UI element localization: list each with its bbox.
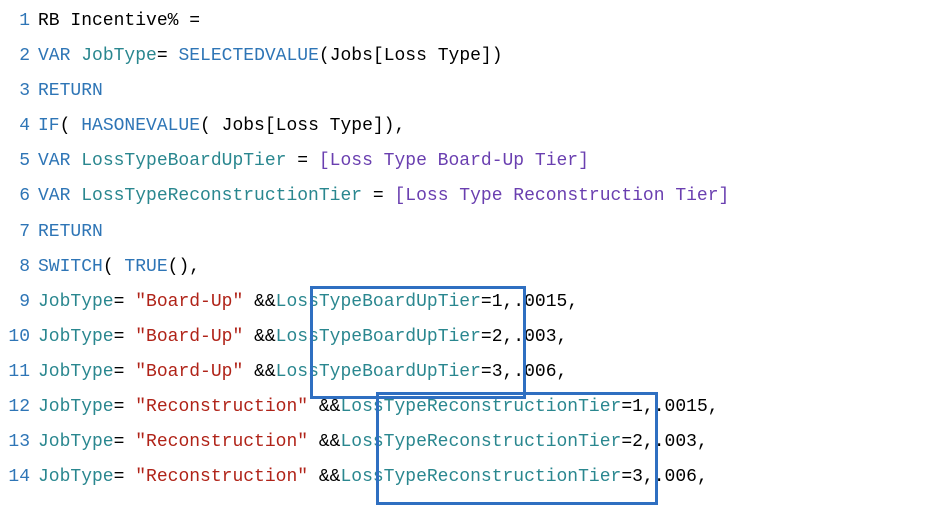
code-line: 1 RB Incentive% = (6, 4, 939, 39)
code-token: = (114, 362, 136, 382)
code-token: LossTypeBoardUpTier (81, 151, 286, 171)
code-token: LossTypeBoardUpTier (276, 292, 481, 312)
code-token: (Jobs[Loss Type]) (319, 46, 503, 66)
code-token: = (286, 151, 318, 171)
code-token: && (243, 292, 275, 312)
code-token: JobType (81, 46, 157, 66)
code-line: 5 VAR LossTypeBoardUpTier = [Loss Type Bo… (6, 144, 939, 179)
code-token: "Reconstruction" (135, 432, 308, 452)
code-token: "Board-Up" (135, 292, 243, 312)
code-line: 4 IF( HASONEVALUE( Jobs[Loss Type]), (6, 109, 939, 144)
code-token: SWITCH (38, 257, 103, 277)
code-token: "Board-Up" (135, 327, 243, 347)
line-number: 1 (6, 4, 30, 39)
code-token: RETURN (38, 81, 103, 101)
code-token: = (114, 397, 136, 417)
line-number: 10 (6, 320, 30, 355)
line-number: 14 (6, 460, 30, 495)
code-token: (), (168, 257, 200, 277)
line-number: 6 (6, 179, 30, 214)
code-token: TRUE (124, 257, 167, 277)
line-number: 11 (6, 355, 30, 390)
code-line: 8 SWITCH( TRUE(), (6, 250, 939, 285)
code-token: [Loss Type Board-Up Tier] (319, 151, 589, 171)
code-token: RB Incentive% = (38, 11, 200, 31)
code-token: IF (38, 116, 60, 136)
code-token: ( (103, 257, 125, 277)
code-token: = (114, 432, 136, 452)
line-number: 8 (6, 250, 30, 285)
code-token: JobType (38, 292, 114, 312)
code-token: JobType (38, 432, 114, 452)
code-line: 14 JobType= "Reconstruction" &&LossTypeRe… (6, 460, 939, 495)
code-line: 11 JobType= "Board-Up" &&LossTypeBoardUpT… (6, 355, 939, 390)
line-number: 13 (6, 425, 30, 460)
code-token: ( (60, 116, 82, 136)
code-token: VAR (38, 46, 81, 66)
code-token: =3,.006, (481, 362, 567, 382)
code-line: 2 VAR JobType= SELECTEDVALUE(Jobs[Loss Ty… (6, 39, 939, 74)
code-token: [Loss Type Reconstruction Tier] (394, 186, 729, 206)
code-line: 6 VAR LossTypeReconstructionTier = [Loss … (6, 179, 939, 214)
code-token: RETURN (38, 222, 103, 242)
code-token: JobType (38, 467, 114, 487)
code-token: = (114, 467, 136, 487)
code-token: JobType (38, 327, 114, 347)
line-number: 3 (6, 74, 30, 109)
code-token: && (308, 432, 340, 452)
code-token: "Reconstruction" (135, 467, 308, 487)
line-number: 7 (6, 215, 30, 250)
code-token: = (114, 327, 136, 347)
code-line: 3 RETURN (6, 74, 939, 109)
code-line: 10 JobType= "Board-Up" &&LossTypeBoardUpT… (6, 320, 939, 355)
code-token: LossTypeBoardUpTier (276, 362, 481, 382)
code-token: =2,.003, (481, 327, 567, 347)
code-token: && (243, 362, 275, 382)
line-number: 12 (6, 390, 30, 425)
code-token: LossTypeReconstructionTier (81, 186, 362, 206)
code-token: && (308, 467, 340, 487)
code-token: VAR (38, 151, 81, 171)
code-token: "Board-Up" (135, 362, 243, 382)
code-token: "Reconstruction" (135, 397, 308, 417)
code-token: LossTypeReconstructionTier (340, 397, 621, 417)
code-token: = (362, 186, 394, 206)
code-line: 7 RETURN (6, 215, 939, 250)
line-number: 2 (6, 39, 30, 74)
code-token: && (243, 327, 275, 347)
code-token: =3,.006, (621, 467, 707, 487)
code-token: LossTypeBoardUpTier (276, 327, 481, 347)
line-number: 9 (6, 285, 30, 320)
code-token: SELECTEDVALUE (178, 46, 318, 66)
code-token: JobType (38, 397, 114, 417)
code-token: LossTypeReconstructionTier (340, 432, 621, 452)
code-editor[interactable]: 1RB Incentive% =2VAR JobType= SELECTEDVA… (6, 4, 939, 495)
line-number: 4 (6, 109, 30, 144)
code-token: LossTypeReconstructionTier (340, 467, 621, 487)
code-line: 12 JobType= "Reconstruction" &&LossTypeRe… (6, 390, 939, 425)
code-token: VAR (38, 186, 81, 206)
code-token: JobType (38, 362, 114, 382)
code-line: 13 JobType= "Reconstruction" &&LossTypeRe… (6, 425, 939, 460)
code-token: HASONEVALUE (81, 116, 200, 136)
line-number: 5 (6, 144, 30, 179)
code-line: 9 JobType= "Board-Up" &&LossTypeBoardUpTi… (6, 285, 939, 320)
code-token: && (308, 397, 340, 417)
code-token: =2,.003, (621, 432, 707, 452)
code-token: =1,.0015, (481, 292, 578, 312)
code-token: ( Jobs[Loss Type]), (200, 116, 405, 136)
code-token: = (114, 292, 136, 312)
code-token: = (157, 46, 179, 66)
code-token: =1,.0015, (621, 397, 718, 417)
